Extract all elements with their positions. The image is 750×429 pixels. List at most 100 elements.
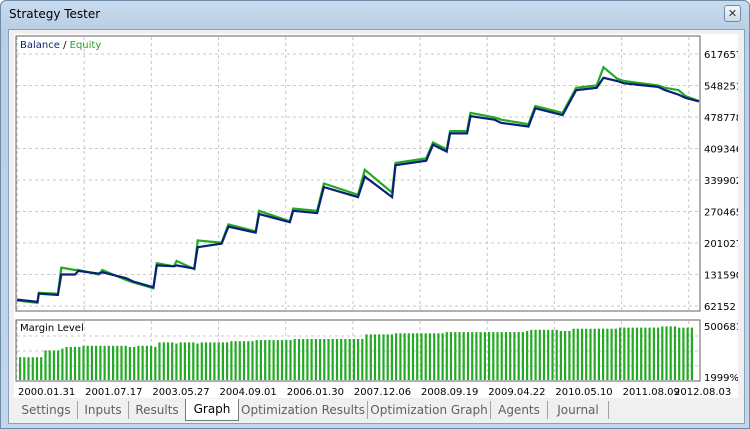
margin-level-bar	[378, 334, 381, 380]
x-tick-label: 2011.08.09	[623, 387, 680, 398]
margin-level-bar	[327, 339, 330, 380]
margin-level-bar	[204, 342, 208, 380]
margin-level-bar	[90, 345, 93, 380]
tab-results[interactable]: Results	[129, 401, 186, 419]
margin-level-bar	[310, 339, 313, 380]
window-title: Strategy Tester	[9, 7, 101, 21]
margin-level-bar	[35, 357, 39, 380]
margin-level-bar	[619, 327, 622, 380]
tab-journal[interactable]: Journal	[548, 401, 609, 419]
margin-level-bar	[606, 328, 609, 380]
margin-level-bar	[513, 332, 516, 380]
margin-level-bar	[686, 327, 689, 380]
margin-level-bar	[306, 339, 309, 380]
margin-level-bar	[196, 343, 199, 380]
margin-level-bar	[433, 333, 436, 380]
margin-level-bar	[217, 342, 220, 380]
margin-level-bar	[644, 327, 647, 380]
margin-level-bar	[128, 346, 131, 380]
margin-level-bar	[137, 345, 140, 380]
margin-level-bar	[120, 345, 123, 380]
margin-level-bar	[597, 328, 600, 380]
margin-level-bar	[323, 339, 326, 380]
margin-level-bar	[437, 333, 440, 380]
margin-level-bar	[640, 327, 643, 380]
margin-level-bar	[213, 342, 216, 380]
margin-level-bar	[564, 331, 567, 380]
margin-level-bar	[23, 357, 26, 380]
balance-equity-chart: 617657 548251 478778 409346 339902 270465 2010…	[15, 35, 750, 398]
tab-graph[interactable]: Graph	[185, 399, 239, 421]
tab-optimization-graph[interactable]: Optimization Graph	[368, 401, 491, 419]
margin-level-bar	[593, 328, 596, 380]
legend-balance: Balance	[20, 40, 60, 51]
margin-level-bar	[661, 326, 664, 380]
margin-level-bar	[238, 341, 241, 380]
x-tick-label: 2006.01.30	[287, 387, 344, 398]
margin-level-bar	[357, 339, 360, 380]
margin-level-bar	[61, 348, 64, 380]
margin-level-label: Margin Level	[20, 323, 84, 334]
y-tick-label: 548251	[704, 82, 738, 93]
margin-level-bar	[488, 332, 491, 380]
margin-level-bar	[521, 332, 524, 380]
margin-level-bar	[95, 345, 98, 380]
margin-level-bar	[547, 329, 550, 380]
margin-level-bar	[471, 332, 474, 380]
margin-level-bar	[416, 333, 419, 380]
margin-level-bar	[19, 357, 22, 380]
x-tick-label: 2008.09.19	[421, 387, 478, 398]
margin-level-bar	[69, 346, 72, 380]
margin-level-bar	[280, 340, 284, 380]
margin-level-bar	[568, 331, 571, 380]
margin-level-bar	[99, 345, 102, 380]
tab-settings[interactable]: Settings	[15, 401, 78, 419]
x-tick-label: 2004.09.01	[220, 387, 277, 398]
close-button[interactable]: ✕	[724, 5, 741, 22]
y-tick-label: 339902	[704, 176, 738, 187]
margin-level-bar	[65, 346, 68, 380]
margin-level-bar	[40, 357, 43, 380]
margin-level-bar	[319, 339, 322, 380]
margin-level-bar	[526, 331, 529, 380]
margin-level-bar	[373, 334, 377, 380]
margin-level-bar	[551, 329, 554, 380]
y-tick-label: 409346	[704, 145, 738, 156]
margin-level-bar	[369, 334, 372, 380]
margin-level-bar	[133, 346, 136, 380]
y-tick-label: 478778	[704, 113, 738, 124]
margin-level-bar	[175, 343, 178, 380]
margin-level-bar	[428, 333, 431, 380]
margin-level-bar	[635, 327, 639, 380]
y-tick-label: 62152	[704, 302, 736, 313]
tab-optimization-results[interactable]: Optimization Results	[239, 401, 368, 419]
tester-tabs: Settings Inputs Results Graph Optimizati…	[9, 399, 744, 423]
tab-agents[interactable]: Agents	[491, 401, 548, 419]
x-tick-label: 2010.05.10	[555, 387, 612, 398]
margin-level-bar	[657, 327, 660, 380]
margin-level-bar	[141, 345, 144, 380]
y-tick-label: 201027	[704, 239, 738, 250]
margin-bottom-tick: 1999%	[704, 373, 738, 384]
margin-level-bar	[589, 328, 592, 380]
margin-level-bar	[234, 341, 237, 380]
tester-client-area: 617657 548251 478778 409346 339902 270465 2010…	[8, 29, 750, 424]
title-bar[interactable]: Strategy Tester ✕	[1, 1, 749, 28]
margin-level-bar	[103, 345, 106, 380]
margin-level-bar	[407, 333, 410, 380]
margin-level-bar	[82, 345, 85, 380]
x-tick-label: 2012.08.03	[674, 387, 731, 398]
margin-level-bar	[690, 327, 693, 380]
margin-level-bar	[251, 341, 254, 380]
margin-level-bar	[652, 327, 655, 380]
margin-level-bar	[158, 342, 161, 380]
margin-level-bar	[57, 350, 60, 380]
margin-level-bar	[411, 333, 415, 380]
margin-level-bar	[538, 329, 541, 380]
tab-inputs[interactable]: Inputs	[78, 401, 129, 419]
margin-level-bar	[255, 340, 258, 380]
margin-level-bar	[179, 342, 182, 380]
margin-level-bar	[52, 350, 55, 380]
margin-level-bar	[166, 342, 170, 380]
margin-level-bar	[124, 345, 127, 380]
